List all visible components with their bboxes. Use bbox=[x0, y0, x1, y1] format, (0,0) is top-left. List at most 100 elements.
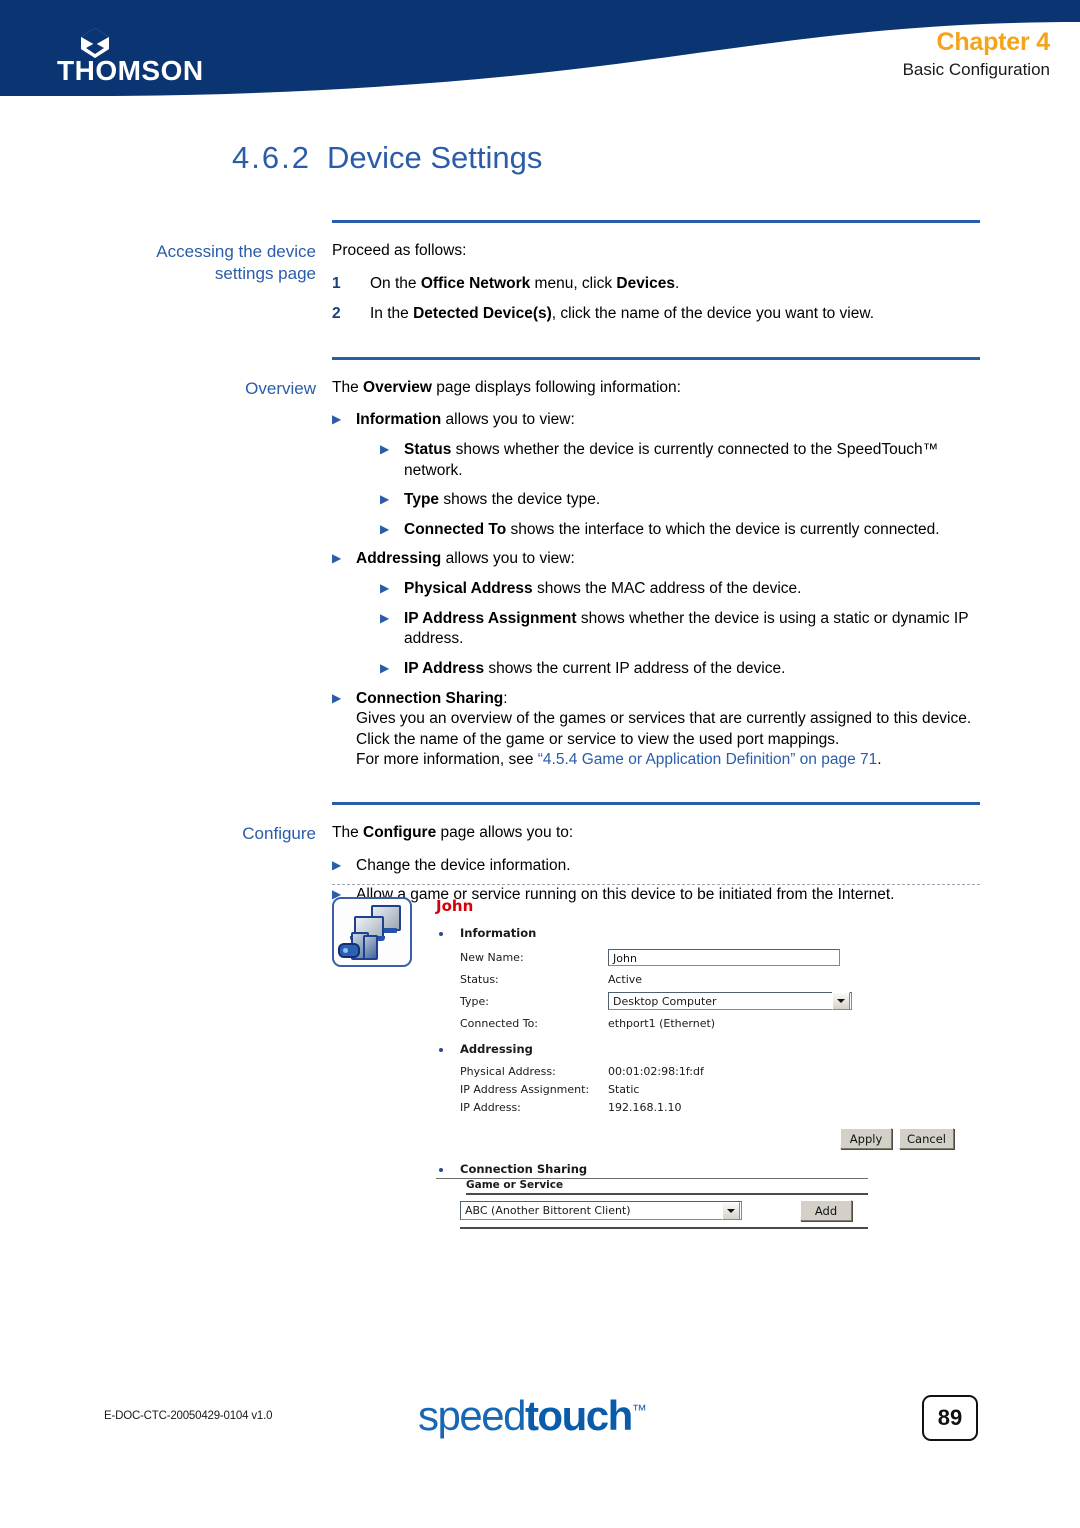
new-name-label: New Name: bbox=[460, 950, 524, 964]
game-or-service-select[interactable]: ABC (Another Bittorent Client) bbox=[460, 1201, 742, 1220]
chapter-subtitle: Basic Configuration bbox=[902, 60, 1050, 79]
chevron-down-icon[interactable] bbox=[832, 992, 850, 1010]
connection-sharing-xref: For more information, see “4.5.4 Game or… bbox=[356, 750, 980, 771]
bullet-5-bold: Physical Address bbox=[404, 580, 533, 598]
block-accessing: Accessing the device settings page Proce… bbox=[124, 223, 980, 335]
apply-button[interactable]: Apply bbox=[840, 1128, 893, 1149]
logo-trademark: ™ bbox=[631, 1402, 647, 1419]
bullet-connection-sharing: ▶ Connection Sharing: Gives you an overv… bbox=[332, 689, 980, 771]
triangle-bullet-icon: ▶ bbox=[332, 551, 342, 566]
cross-reference-link[interactable]: “4.5.4 Game or Application Definition” o… bbox=[538, 751, 878, 768]
bullet-connection-sharing-text: Connection Sharing: Gives you an overvie… bbox=[356, 689, 980, 771]
bullet-ip-address-assignment-text: IP Address Assignment shows whether the … bbox=[404, 609, 980, 650]
device-form: John Information New Name: John Status: … bbox=[436, 897, 980, 1229]
bullet-addressing: ▶ Addressing allows you to view: bbox=[332, 549, 980, 570]
content-area: Accessing the device settings page Proce… bbox=[124, 220, 980, 915]
gutter-label-overview: Overview bbox=[245, 378, 316, 398]
step-1-bold-2: Devices bbox=[616, 274, 675, 292]
game-or-service-value: ABC (Another Bittorent Client) bbox=[465, 1204, 631, 1217]
bullet-2-bold: Type bbox=[404, 491, 440, 509]
block-overview: Overview The Overview page displays foll… bbox=[124, 360, 980, 780]
section-title: Device Settings bbox=[326, 140, 543, 175]
bullet-ip-address: ▶ IP Address shows the current IP addres… bbox=[380, 659, 980, 680]
step-2-pre: In the bbox=[370, 305, 414, 323]
bullet-0-bold: Information bbox=[356, 411, 442, 429]
new-name-input[interactable]: John bbox=[608, 948, 840, 966]
row-physical-address: Physical Address: 00:01:02:98:1f:df bbox=[460, 1062, 980, 1080]
bullet-status-text: Status shows whether the device is curre… bbox=[404, 440, 980, 481]
ip-assignment-label: IP Address Assignment: bbox=[460, 1082, 590, 1096]
overview-lead: The Overview page displays following inf… bbox=[332, 378, 980, 399]
overview-lead-pre: The bbox=[332, 378, 364, 396]
bullet-physical-address: ▶ Physical Address shows the MAC address… bbox=[380, 579, 980, 600]
bullet-change-device-info-text: Change the device information. bbox=[356, 856, 571, 874]
connection-sharing-paragraph: Gives you an overview of the games or se… bbox=[356, 710, 972, 748]
connection-sharing-colon: : bbox=[503, 689, 508, 707]
triangle-bullet-icon: ▶ bbox=[332, 412, 342, 427]
triangle-bullet-icon: ▶ bbox=[380, 581, 390, 596]
gutter-line-2: settings page bbox=[214, 264, 316, 284]
step-1: 1 On the Office Network menu, click Devi… bbox=[332, 274, 980, 295]
row-type: Type: Desktop Computer bbox=[460, 990, 980, 1012]
bullet-change-device-info: ▶ Change the device information. bbox=[332, 856, 980, 877]
embedded-ui-screenshot: John Information New Name: John Status: … bbox=[332, 884, 980, 1229]
logo-touch: touch bbox=[524, 1392, 633, 1439]
body-overview: The Overview page displays following inf… bbox=[332, 378, 980, 780]
chapter-title: Chapter 4 bbox=[936, 28, 1050, 56]
status-label: Status: bbox=[460, 972, 499, 986]
triangle-bullet-icon: ▶ bbox=[380, 521, 390, 536]
step-2-text: In the Detected Device(s), click the nam… bbox=[370, 304, 980, 325]
cancel-button[interactable]: Cancel bbox=[899, 1128, 954, 1149]
bullet-ip-address-assignment: ▶ IP Address Assignment shows whether th… bbox=[380, 609, 980, 650]
status-value: Active bbox=[608, 972, 643, 986]
bullet-addressing-text: Addressing allows you to view: bbox=[356, 549, 980, 570]
thomson-logo: THOMSON bbox=[55, 24, 225, 86]
row-ip-address: IP Address: 192.168.1.10 bbox=[460, 1098, 980, 1116]
bullet-3-bold: Connected To bbox=[404, 520, 507, 538]
ip-assignment-value: Static bbox=[608, 1082, 640, 1096]
chevron-down-icon[interactable] bbox=[722, 1201, 740, 1220]
step-2-bold-1: Detected Device(s) bbox=[413, 305, 552, 323]
configure-lead-post: page allows you to: bbox=[436, 823, 574, 841]
step-1-pre: On the bbox=[370, 274, 421, 292]
xref-post: . bbox=[877, 751, 882, 769]
bullet-7-bold: IP Address bbox=[404, 659, 485, 677]
step-1-post: . bbox=[674, 274, 680, 292]
type-select[interactable]: Desktop Computer bbox=[608, 992, 852, 1010]
triangle-bullet-icon: ▶ bbox=[380, 492, 390, 507]
section-number: 4.6.2 bbox=[232, 140, 311, 175]
logo-speed: speed bbox=[418, 1392, 526, 1439]
connected-to-value: ethport1 (Ethernet) bbox=[608, 1016, 716, 1030]
triangle-bullet-icon: ▶ bbox=[380, 442, 390, 457]
connection-sharing-heading: Connection Sharing bbox=[436, 1162, 868, 1179]
page-header: THOMSON Chapter 4 Basic Configuration bbox=[0, 0, 1080, 100]
bullet-physical-address-text: Physical Address shows the MAC address o… bbox=[404, 579, 980, 600]
gutter-label-accessing: Accessing the device settings page bbox=[124, 241, 332, 335]
gutter-label-configure: Configure bbox=[242, 823, 316, 843]
bullet-2-rest: shows the device type. bbox=[439, 491, 601, 509]
bullet-6-bold: IP Address Assignment bbox=[404, 609, 577, 627]
bullet-7-rest: shows the current IP address of the devi… bbox=[484, 659, 786, 677]
gutter-line-1: Accessing the device bbox=[156, 242, 316, 261]
bullet-4-rest: allows you to view: bbox=[441, 550, 575, 568]
speedtouch-logo: speedtouch™ bbox=[418, 1392, 647, 1440]
row-ip-assignment: IP Address Assignment: Static bbox=[460, 1080, 980, 1098]
gamepad-shape bbox=[338, 943, 360, 958]
bullet-status: ▶ Status shows whether the device is cur… bbox=[380, 440, 980, 481]
bullet-connected-to: ▶ Connected To shows the interface to wh… bbox=[380, 520, 980, 541]
type-label: Type: bbox=[460, 994, 489, 1008]
game-or-service-controls: ABC (Another Bittorent Client) Add bbox=[460, 1200, 868, 1229]
ip-address-value: 192.168.1.10 bbox=[608, 1100, 682, 1114]
page-title: 4.6.2 Device Settings bbox=[232, 140, 542, 176]
thomson-diamond-icon bbox=[81, 28, 109, 58]
configure-lead-pre: The bbox=[332, 823, 364, 841]
triangle-bullet-icon: ▶ bbox=[332, 690, 342, 705]
connection-sharing-label: Connection Sharing bbox=[356, 689, 504, 707]
bullet-0-rest: allows you to view: bbox=[441, 411, 575, 429]
step-1-text: On the Office Network menu, click Device… bbox=[370, 274, 980, 295]
bullet-type-text: Type shows the device type. bbox=[404, 490, 980, 511]
device-name-heading: John bbox=[436, 897, 474, 915]
add-button[interactable]: Add bbox=[800, 1200, 852, 1221]
overview-lead-bold: Overview bbox=[363, 378, 432, 396]
bullet-type: ▶ Type shows the device type. bbox=[380, 490, 980, 511]
